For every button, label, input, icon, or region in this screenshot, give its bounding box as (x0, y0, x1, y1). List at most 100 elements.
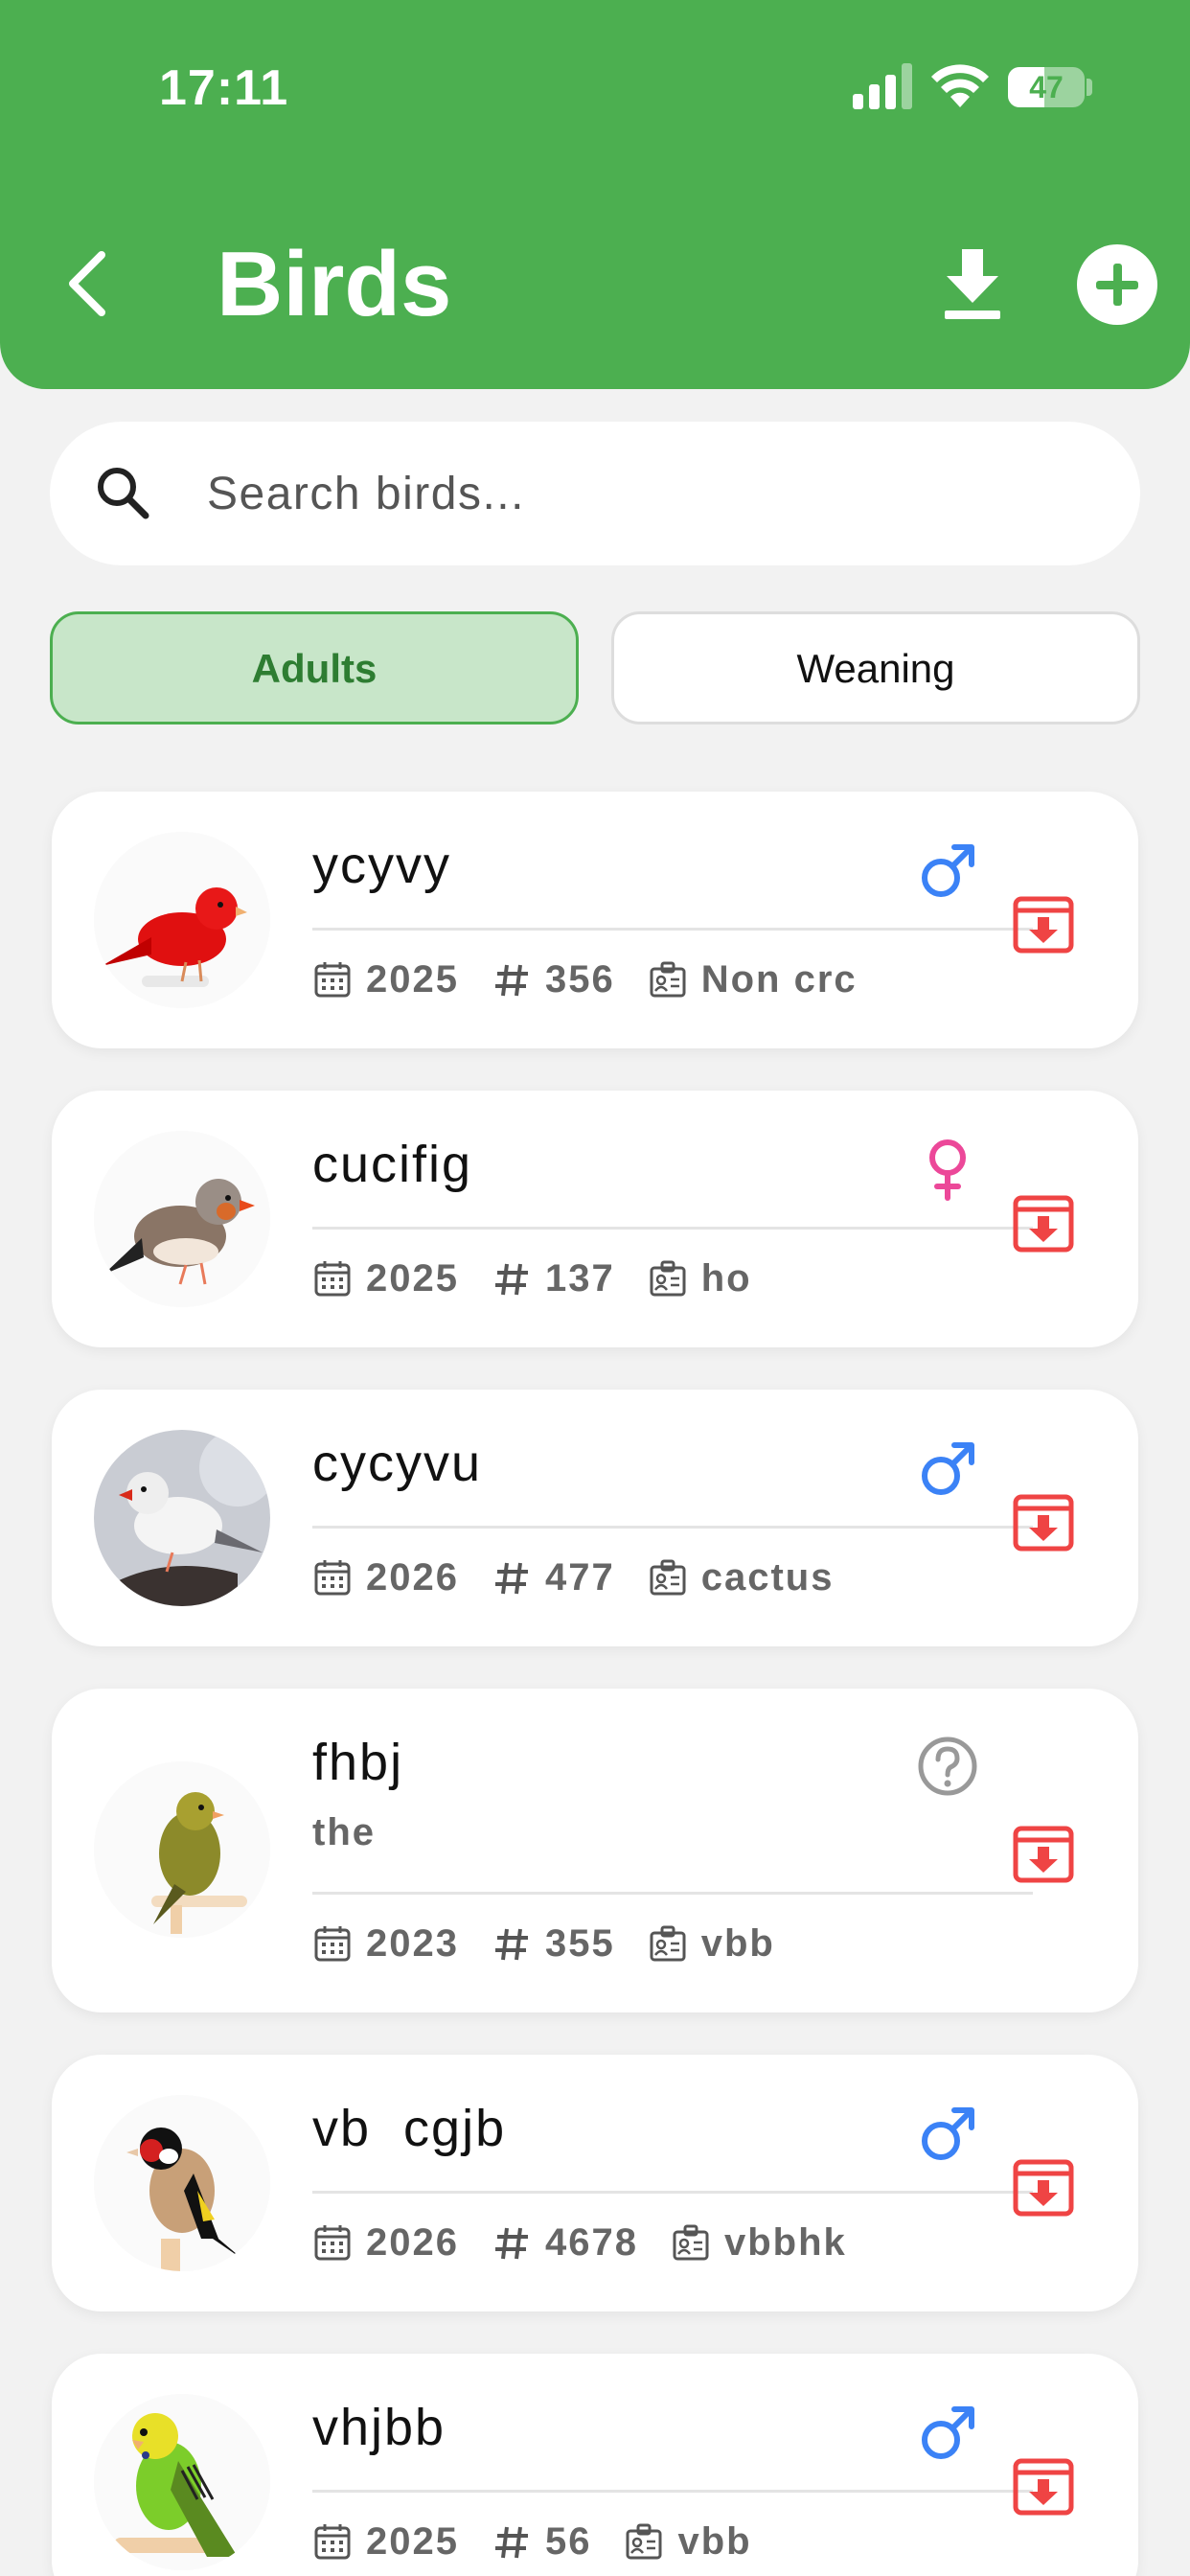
bird-photo-goldfinch (94, 2095, 270, 2271)
divider (312, 928, 1033, 931)
bird-note: the (312, 1811, 376, 1853)
bird-year: 2025 (366, 1256, 459, 1300)
calendar-icon (314, 1926, 351, 1962)
bird-meta: 2026 477 cactus (312, 1551, 866, 1604)
divider (312, 1227, 1033, 1230)
archive-icon[interactable] (1010, 891, 1077, 958)
battery-icon: 47 (1008, 67, 1085, 107)
cellular-signal-icon (853, 63, 912, 109)
bird-number: 355 (544, 1921, 615, 1965)
meta-year: 2023 (312, 1922, 459, 1966)
question-icon (918, 1736, 977, 1796)
meta-number: 356 (492, 958, 615, 1001)
meta-cage: vbb (648, 1922, 775, 1966)
bird-meta: 2023 355 vbb (312, 1917, 808, 1970)
meta-number: 56 (492, 2520, 592, 2564)
id-badge-icon (673, 2224, 709, 2261)
male-icon (922, 844, 974, 897)
wifi-icon (931, 64, 989, 107)
bird-card[interactable]: vhjbb 2025 56 vbb (52, 2354, 1138, 2576)
bird-card[interactable]: ycyvy 2025 356 Non crc (52, 792, 1138, 1048)
female-icon (929, 1139, 966, 1201)
divider (312, 1892, 1033, 1895)
meta-year: 2026 (312, 2221, 459, 2265)
calendar-icon (314, 962, 351, 998)
bird-number: 356 (544, 957, 615, 1000)
calendar-icon (314, 2225, 351, 2261)
archive-icon[interactable] (1010, 1190, 1077, 1257)
archive-icon[interactable] (1010, 2154, 1077, 2221)
meta-number: 4678 (492, 2221, 638, 2265)
archive-icon[interactable] (1010, 1821, 1077, 1888)
meta-year: 2025 (312, 2520, 459, 2564)
archive-icon[interactable] (1010, 1489, 1077, 1556)
meta-number: 355 (492, 1922, 615, 1966)
hash-icon (494, 1562, 528, 1595)
bird-card[interactable]: vb cgjb 2026 4678 vbbhk (52, 2055, 1138, 2312)
bird-number: 137 (544, 1256, 615, 1300)
bird-meta: 2025 356 Non crc (312, 953, 890, 1006)
id-badge-icon (626, 2523, 662, 2560)
bird-card[interactable]: cucifig 2025 137 ho (52, 1091, 1138, 1347)
bird-name: vb cgjb (312, 2100, 507, 2157)
bird-name: fhbj (312, 1734, 404, 1791)
id-badge-icon (650, 961, 686, 998)
meta-number: 477 (492, 1556, 615, 1599)
id-badge-icon (650, 1559, 686, 1596)
meta-year: 2026 (312, 1556, 459, 1599)
male-icon (922, 2406, 974, 2459)
tab-weaning[interactable]: Weaning (611, 611, 1140, 724)
battery-percentage: 47 (1029, 70, 1064, 104)
status-time: 17:11 (159, 60, 289, 116)
bird-year: 2023 (366, 1921, 459, 1965)
meta-cage: ho (648, 1257, 752, 1300)
bird-name: cycyvu (312, 1435, 483, 1492)
search-bar[interactable] (50, 422, 1140, 565)
bird-cage: vbbhk (723, 2220, 847, 2264)
bird-card[interactable]: cycyvu 2026 477 cactus (52, 1390, 1138, 1646)
hash-icon (494, 964, 528, 997)
meta-cage: vbbhk (671, 2221, 847, 2265)
id-badge-icon (650, 1925, 686, 1962)
page-title: Birds (217, 233, 452, 335)
divider (312, 1526, 1033, 1529)
bird-name: cucifig (312, 1136, 473, 1193)
bird-number: 4678 (544, 2220, 638, 2264)
hash-icon (494, 1928, 528, 1961)
tab-adults[interactable]: Adults (50, 611, 579, 724)
add-circle-icon[interactable] (1077, 244, 1157, 325)
bird-year: 2025 (366, 2519, 459, 2563)
bird-cage: ho (700, 1256, 752, 1300)
divider (312, 2490, 1033, 2493)
bird-year: 2026 (366, 1555, 459, 1598)
bird-name: vhjbb (312, 2399, 446, 2456)
bird-photo-budgerigar (94, 2394, 270, 2570)
calendar-icon (314, 2524, 351, 2560)
search-input[interactable] (207, 455, 1108, 532)
bird-photo-zebra-finch (94, 1131, 270, 1307)
meta-cage: cactus (648, 1556, 835, 1599)
hash-icon (494, 2227, 528, 2260)
bird-card[interactable]: fhbj the 2023 355 vbb (52, 1689, 1138, 2012)
meta-cage: Non crc (648, 958, 858, 1001)
back-chevron-icon[interactable] (59, 247, 117, 320)
hash-icon (494, 1263, 528, 1296)
male-icon (922, 1442, 974, 1495)
calendar-icon (314, 1261, 351, 1297)
bird-year: 2026 (366, 2220, 459, 2264)
divider (312, 2191, 1033, 2194)
bird-cage: cactus (700, 1555, 835, 1598)
archive-icon[interactable] (1010, 2453, 1077, 2520)
battery-cap (1087, 79, 1092, 96)
bird-number: 477 (544, 1555, 615, 1598)
download-icon[interactable] (939, 247, 1006, 320)
bird-year: 2025 (366, 957, 459, 1000)
meta-year: 2025 (312, 1257, 459, 1300)
meta-year: 2025 (312, 958, 459, 1001)
bird-photo-white-zebra-finch (94, 1430, 270, 1606)
bird-meta: 2026 4678 vbbhk (312, 2216, 880, 2269)
calendar-icon (314, 1560, 351, 1596)
search-icon (98, 468, 149, 519)
bird-number: 56 (544, 2519, 592, 2563)
bird-name: ycyvy (312, 837, 451, 894)
